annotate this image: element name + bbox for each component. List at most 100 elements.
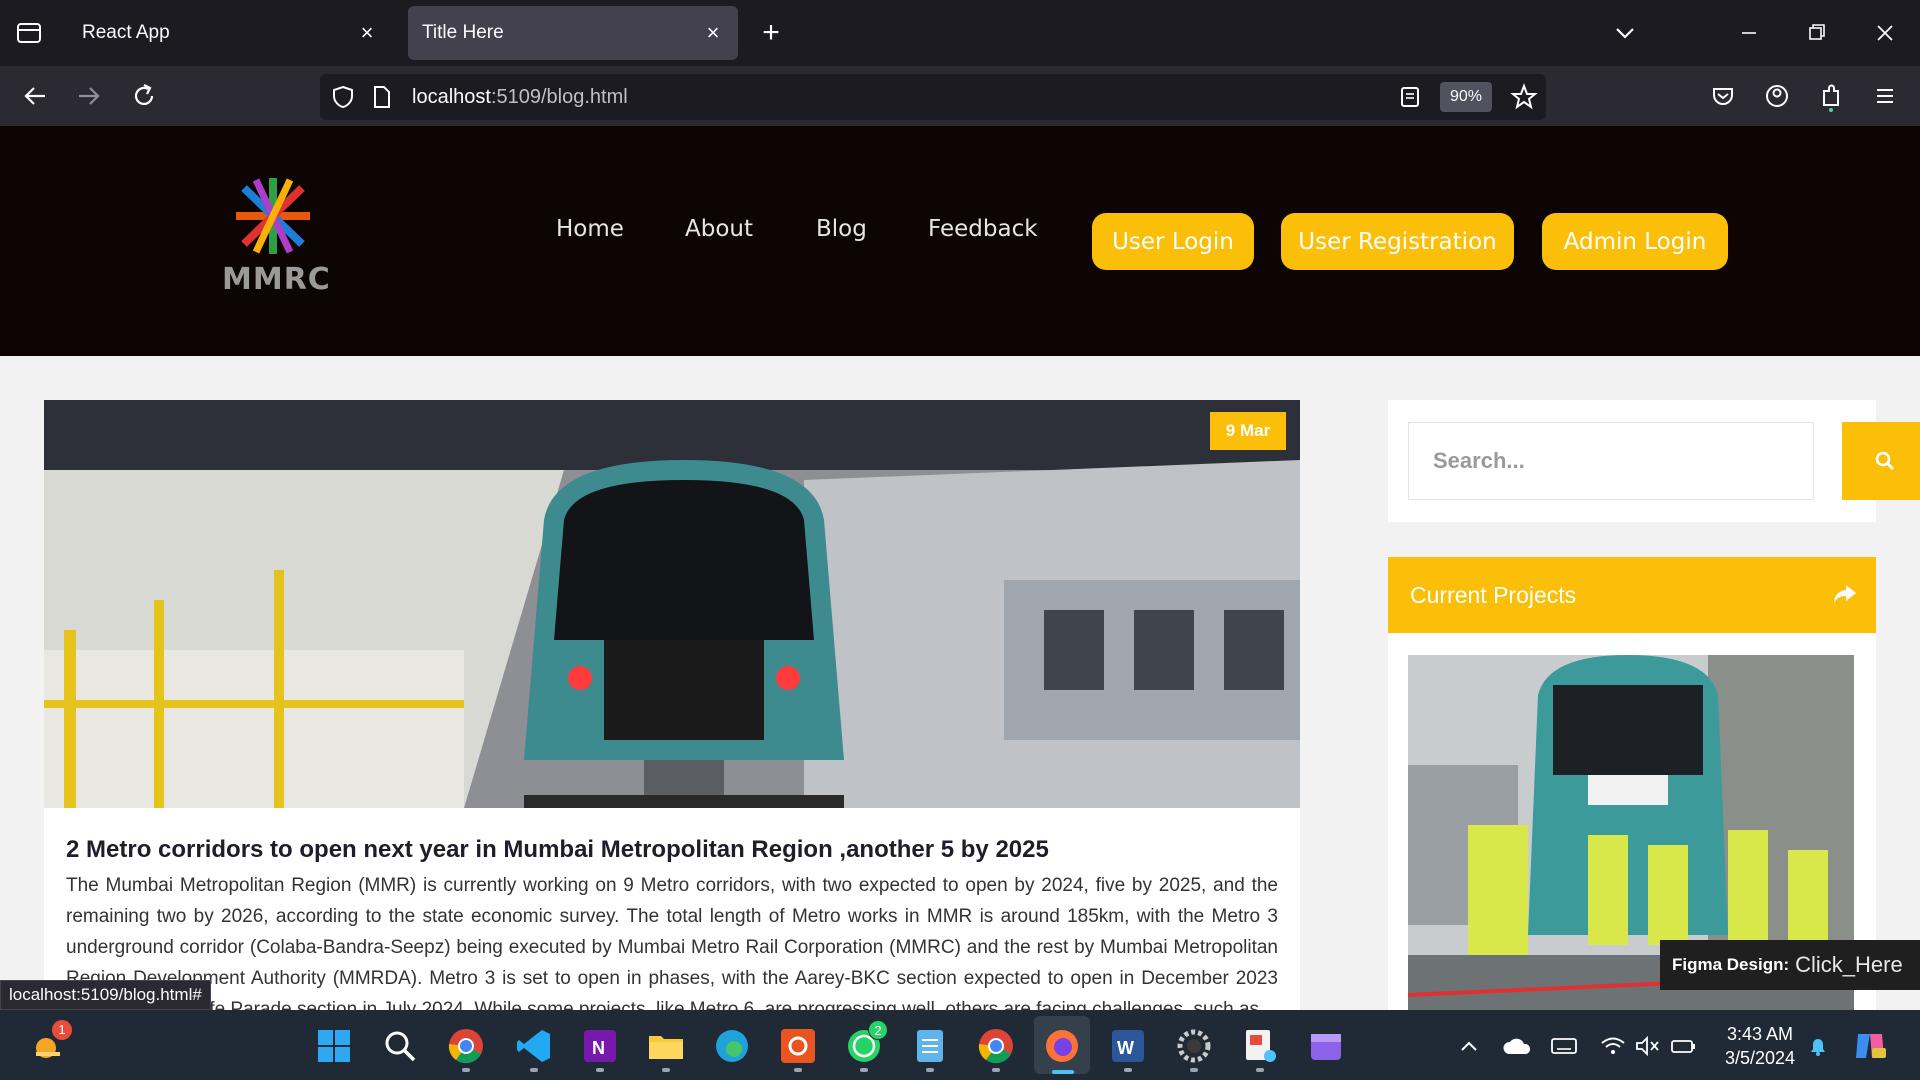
- copilot-icon[interactable]: [1852, 1030, 1888, 1062]
- search-widget: Search...: [1388, 400, 1920, 522]
- running-indicator: [926, 1068, 934, 1072]
- reload-icon[interactable]: [127, 79, 161, 113]
- logo-text: MMRC: [222, 262, 331, 297]
- windows-taskbar: 1 N 2 W 3:43 AM 3/5/2024: [0, 1010, 1920, 1080]
- search-icon: [1875, 451, 1895, 471]
- admin-login-button[interactable]: Admin Login: [1542, 213, 1728, 270]
- mmrc-logo-mark-icon: [236, 178, 310, 254]
- tab-title: React App: [82, 22, 170, 43]
- battery-icon[interactable]: [1670, 1034, 1698, 1058]
- keyboard-icon[interactable]: [1550, 1034, 1578, 1058]
- back-arrow-icon[interactable]: [18, 79, 52, 113]
- figma-link[interactable]: Click_Here: [1795, 952, 1903, 978]
- chrome-icon[interactable]: [446, 1026, 486, 1066]
- weather-widget-icon[interactable]: 1: [28, 1020, 72, 1066]
- clipchamp-icon[interactable]: [1306, 1026, 1346, 1066]
- running-indicator: [662, 1068, 670, 1072]
- star-icon[interactable]: [1510, 83, 1538, 111]
- menu-icon[interactable]: [1868, 79, 1902, 113]
- close-icon[interactable]: ×: [356, 22, 378, 44]
- share-arrow-icon[interactable]: [1832, 583, 1858, 607]
- browser-tab-bar: React App × Title Here × +: [0, 0, 1920, 66]
- svg-text:N: N: [592, 1038, 605, 1058]
- edge-icon[interactable]: [712, 1026, 752, 1066]
- search-button[interactable]: [1842, 422, 1920, 500]
- word-icon[interactable]: W: [1108, 1026, 1148, 1066]
- close-icon[interactable]: ×: [702, 22, 724, 44]
- clock-time: 3:43 AM: [1726, 1024, 1794, 1044]
- restore-icon[interactable]: [1800, 16, 1834, 50]
- status-bar-url: localhost:5109/blog.html#: [0, 980, 211, 1010]
- new-tab-plus-icon[interactable]: +: [756, 18, 786, 48]
- active-indicator: [1052, 1070, 1074, 1074]
- post-body: The Mumbai Metropolitan Region (MMR) is …: [66, 875, 1278, 1010]
- user-login-button[interactable]: User Login: [1092, 213, 1254, 270]
- windows-start-icon[interactable]: [314, 1026, 354, 1066]
- zoom-level[interactable]: 90%: [1440, 82, 1492, 112]
- reader-view-icon[interactable]: [1398, 85, 1422, 109]
- whatsapp-badge: 2: [868, 1020, 888, 1040]
- tab-react-app[interactable]: React App ×: [68, 6, 392, 60]
- vscode-icon[interactable]: [514, 1026, 554, 1066]
- figma-label: Figma Design:: [1672, 955, 1790, 974]
- chrome-profile-icon[interactable]: [976, 1026, 1016, 1066]
- wifi-icon[interactable]: [1600, 1034, 1626, 1058]
- tab-title: Title Here: [422, 22, 504, 43]
- system-clock[interactable]: 3:43 AM 3/5/2024: [1718, 1022, 1802, 1070]
- notepad-icon[interactable]: [910, 1026, 950, 1066]
- account-icon[interactable]: [1760, 79, 1794, 113]
- chevron-down-icon[interactable]: [1608, 16, 1642, 50]
- file-explorer-icon[interactable]: [646, 1026, 686, 1066]
- weather-badge: 1: [52, 1020, 72, 1040]
- clock-date: 3/5/2024: [1724, 1048, 1796, 1068]
- running-indicator: [1256, 1068, 1264, 1072]
- speaker-muted-icon[interactable]: [1634, 1034, 1660, 1058]
- pocket-icon[interactable]: [1706, 79, 1740, 113]
- running-indicator: [794, 1068, 802, 1072]
- address-bar[interactable]: localhost:5109/blog.html 90%: [320, 74, 1546, 120]
- current-projects-header: Current Projects: [1388, 557, 1876, 633]
- nav-feedback-link[interactable]: Feedback: [928, 216, 1038, 242]
- whatsapp-icon[interactable]: 2: [844, 1020, 888, 1066]
- chevron-up-icon[interactable]: [1458, 1036, 1480, 1058]
- post-title[interactable]: 2 Metro corridors to open next year in M…: [66, 836, 1049, 864]
- running-indicator: [530, 1068, 538, 1072]
- user-registration-button[interactable]: User Registration: [1281, 213, 1514, 270]
- svg-text:W: W: [1117, 1038, 1134, 1058]
- blog-post-card: 9 Mar 2 Metro corridors to open next yea…: [44, 400, 1300, 1010]
- metro-train-image: [44, 400, 1300, 808]
- onenote-icon[interactable]: N: [580, 1026, 620, 1066]
- minimize-icon[interactable]: [1732, 16, 1766, 50]
- post-date-badge: 9 Mar: [1210, 412, 1286, 450]
- current-projects-title: Current Projects: [1410, 582, 1577, 608]
- mmrc-logo[interactable]: MMRC: [222, 174, 330, 297]
- search-input[interactable]: Search...: [1408, 422, 1814, 500]
- url-text[interactable]: localhost:5109/blog.html: [412, 86, 628, 109]
- notification-bell-icon[interactable]: [1806, 1034, 1830, 1058]
- nav-home-link[interactable]: Home: [556, 216, 624, 242]
- running-indicator: [860, 1068, 868, 1072]
- site-header: MMRC Home About Blog Feedback User Login…: [0, 126, 1920, 356]
- running-indicator: [1190, 1068, 1198, 1072]
- extensions-icon[interactable]: [1814, 79, 1848, 113]
- page-icon: [374, 86, 390, 108]
- forward-arrow-icon[interactable]: [72, 79, 106, 113]
- url-path: :5109/blog.html: [490, 86, 628, 108]
- ubuntu-icon[interactable]: [778, 1026, 818, 1066]
- tab-list-icon[interactable]: [16, 20, 42, 46]
- running-indicator: [992, 1068, 1000, 1072]
- settings-gear-icon[interactable]: [1174, 1026, 1214, 1066]
- running-indicator: [1124, 1068, 1132, 1072]
- url-host: localhost: [412, 86, 491, 108]
- snipping-tool-icon[interactable]: [1240, 1026, 1280, 1066]
- search-taskbar-icon[interactable]: [380, 1026, 420, 1066]
- nav-blog-link[interactable]: Blog: [816, 216, 867, 242]
- shield-icon[interactable]: [330, 84, 356, 110]
- tab-title-here[interactable]: Title Here ×: [408, 6, 738, 60]
- close-window-icon[interactable]: [1868, 16, 1902, 50]
- running-indicator: [596, 1068, 604, 1072]
- nav-about-link[interactable]: About: [685, 216, 753, 242]
- running-indicator: [462, 1068, 470, 1072]
- firefox-icon[interactable]: [1042, 1026, 1082, 1066]
- onedrive-cloud-icon[interactable]: [1502, 1034, 1532, 1058]
